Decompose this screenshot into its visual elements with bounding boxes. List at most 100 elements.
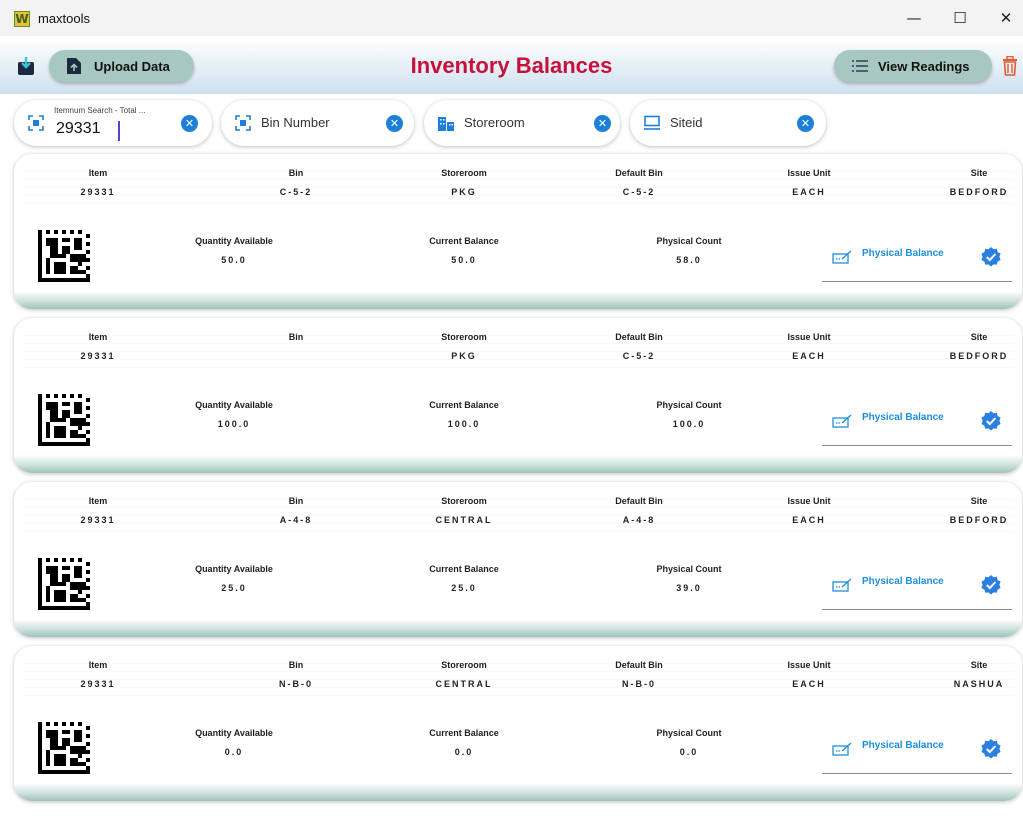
scan-icon xyxy=(28,115,44,131)
site-value: BEDFORD xyxy=(949,187,1009,197)
default-bin-label: Default Bin xyxy=(615,332,663,342)
datamatrix-barcode-icon xyxy=(38,722,90,774)
issue-unit-label: Issue Unit xyxy=(787,168,831,178)
verified-badge-icon[interactable] xyxy=(980,574,1002,596)
issue-unit-label: Issue Unit xyxy=(787,660,831,670)
monitor-icon xyxy=(644,115,660,130)
physical-balance-button[interactable]: Physical Balance xyxy=(862,248,944,259)
bin-label: Bin xyxy=(288,496,304,506)
close-button[interactable]: ✕ xyxy=(983,0,1023,36)
itemnum-search-value[interactable]: 29331 xyxy=(56,120,101,138)
physical-count-label: Physical Count xyxy=(656,564,722,574)
physical-balance-field[interactable]: Physical Balance xyxy=(822,726,1012,774)
item-value: 29331 xyxy=(80,351,116,361)
physical-balance-button[interactable]: Physical Balance xyxy=(862,412,944,423)
qty-available-label: Quantity Available xyxy=(195,564,273,574)
siteid-field[interactable]: Siteid ✕ xyxy=(630,100,826,146)
storeroom-label: Storeroom xyxy=(441,168,487,178)
default-bin-value: A-4-8 xyxy=(622,515,656,525)
edit-count-icon xyxy=(832,414,852,428)
maximize-button[interactable]: ☐ xyxy=(937,0,983,36)
storeroom-value: CENTRAL xyxy=(435,679,493,689)
qty-available-value: 0.0 xyxy=(224,747,244,757)
view-readings-button[interactable]: View Readings xyxy=(834,50,992,82)
site-label: Site xyxy=(970,332,988,342)
inventory-card: Item 29331 Bin N-B-0 Storeroom CENTRAL Default… xyxy=(14,646,1022,801)
item-value: 29331 xyxy=(80,187,116,197)
trash-icon[interactable] xyxy=(1002,56,1018,76)
issue-unit-value: EACH xyxy=(792,351,826,361)
qty-available-label: Quantity Available xyxy=(195,236,273,246)
inventory-card: Item 29331 Bin A-4-8 Storeroom CENTRAL Default… xyxy=(14,482,1022,637)
minimize-button[interactable]: — xyxy=(891,0,937,36)
bin-label: Bin xyxy=(288,168,304,178)
view-readings-label: View Readings xyxy=(878,58,970,74)
clear-siteid-icon[interactable]: ✕ xyxy=(797,115,814,132)
bin-value: A-4-8 xyxy=(279,515,313,525)
app-title: maxtools xyxy=(38,11,91,26)
current-balance-label: Current Balance xyxy=(429,564,499,574)
siteid-placeholder: Siteid xyxy=(670,115,703,130)
bin-number-placeholder: Bin Number xyxy=(261,115,330,130)
scan-icon xyxy=(235,115,251,131)
default-bin-label: Default Bin xyxy=(615,168,663,178)
physical-count-label: Physical Count xyxy=(656,400,722,410)
physical-count-label: Physical Count xyxy=(656,236,722,246)
datamatrix-barcode-icon xyxy=(38,230,90,282)
storeroom-value: CENTRAL xyxy=(435,515,493,525)
physical-balance-field[interactable]: Physical Balance xyxy=(822,562,1012,610)
storeroom-placeholder: Storeroom xyxy=(464,115,525,130)
physical-balance-field[interactable]: Physical Balance xyxy=(822,234,1012,282)
physical-balance-button[interactable]: Physical Balance xyxy=(862,740,944,751)
storeroom-value: PKG xyxy=(451,187,477,197)
edit-count-icon xyxy=(832,250,852,264)
app-header: Upload Data Inventory Balances View Read… xyxy=(0,36,1023,94)
verified-badge-icon[interactable] xyxy=(980,246,1002,268)
current-balance-value: 25.0 xyxy=(451,583,477,593)
item-label: Item xyxy=(88,660,108,670)
issue-unit-value: EACH xyxy=(792,515,826,525)
issue-unit-value: EACH xyxy=(792,187,826,197)
current-balance-value: 0.0 xyxy=(454,747,474,757)
bin-value: N-B-0 xyxy=(279,679,313,689)
current-balance-label: Current Balance xyxy=(429,400,499,410)
site-label: Site xyxy=(970,660,988,670)
edit-count-icon xyxy=(832,742,852,756)
bin-label: Bin xyxy=(288,660,304,670)
qty-available-label: Quantity Available xyxy=(195,728,273,738)
site-value: NASHUA xyxy=(953,679,1005,689)
datamatrix-barcode-icon xyxy=(38,394,90,446)
issue-unit-value: EACH xyxy=(792,679,826,689)
storeroom-label: Storeroom xyxy=(441,496,487,506)
default-bin-value: N-B-0 xyxy=(622,679,656,689)
default-bin-label: Default Bin xyxy=(615,496,663,506)
physical-count-value: 100.0 xyxy=(672,419,706,429)
item-label: Item xyxy=(88,168,108,178)
title-bar: W maxtools — ☐ ✕ xyxy=(0,0,1023,36)
building-icon xyxy=(438,117,454,131)
qty-available-label: Quantity Available xyxy=(195,400,273,410)
bin-value: C-5-2 xyxy=(279,187,313,197)
clear-itemnum-icon[interactable]: ✕ xyxy=(181,115,198,132)
physical-balance-field[interactable]: Physical Balance xyxy=(822,398,1012,446)
verified-badge-icon[interactable] xyxy=(980,410,1002,432)
item-value: 29331 xyxy=(80,679,116,689)
qty-available-value: 100.0 xyxy=(217,419,251,429)
clear-storeroom-icon[interactable]: ✕ xyxy=(594,115,611,132)
bin-number-field[interactable]: Bin Number ✕ xyxy=(221,100,414,146)
itemnum-search-field[interactable]: Itemnum Search - Total ... 29331 ✕ xyxy=(14,100,212,146)
current-balance-label: Current Balance xyxy=(429,236,499,246)
physical-count-value: 39.0 xyxy=(676,583,702,593)
storeroom-value: PKG xyxy=(451,351,477,361)
physical-balance-button[interactable]: Physical Balance xyxy=(862,576,944,587)
bin-label: Bin xyxy=(288,332,304,342)
itemnum-search-label: Itemnum Search - Total ... xyxy=(54,106,146,115)
issue-unit-label: Issue Unit xyxy=(787,496,831,506)
verified-badge-icon[interactable] xyxy=(980,738,1002,760)
storeroom-field[interactable]: Storeroom ✕ xyxy=(424,100,620,146)
text-caret xyxy=(118,121,120,141)
default-bin-label: Default Bin xyxy=(615,660,663,670)
clear-bin-icon[interactable]: ✕ xyxy=(386,115,403,132)
physical-count-value: 58.0 xyxy=(676,255,702,265)
datamatrix-barcode-icon xyxy=(38,558,90,610)
